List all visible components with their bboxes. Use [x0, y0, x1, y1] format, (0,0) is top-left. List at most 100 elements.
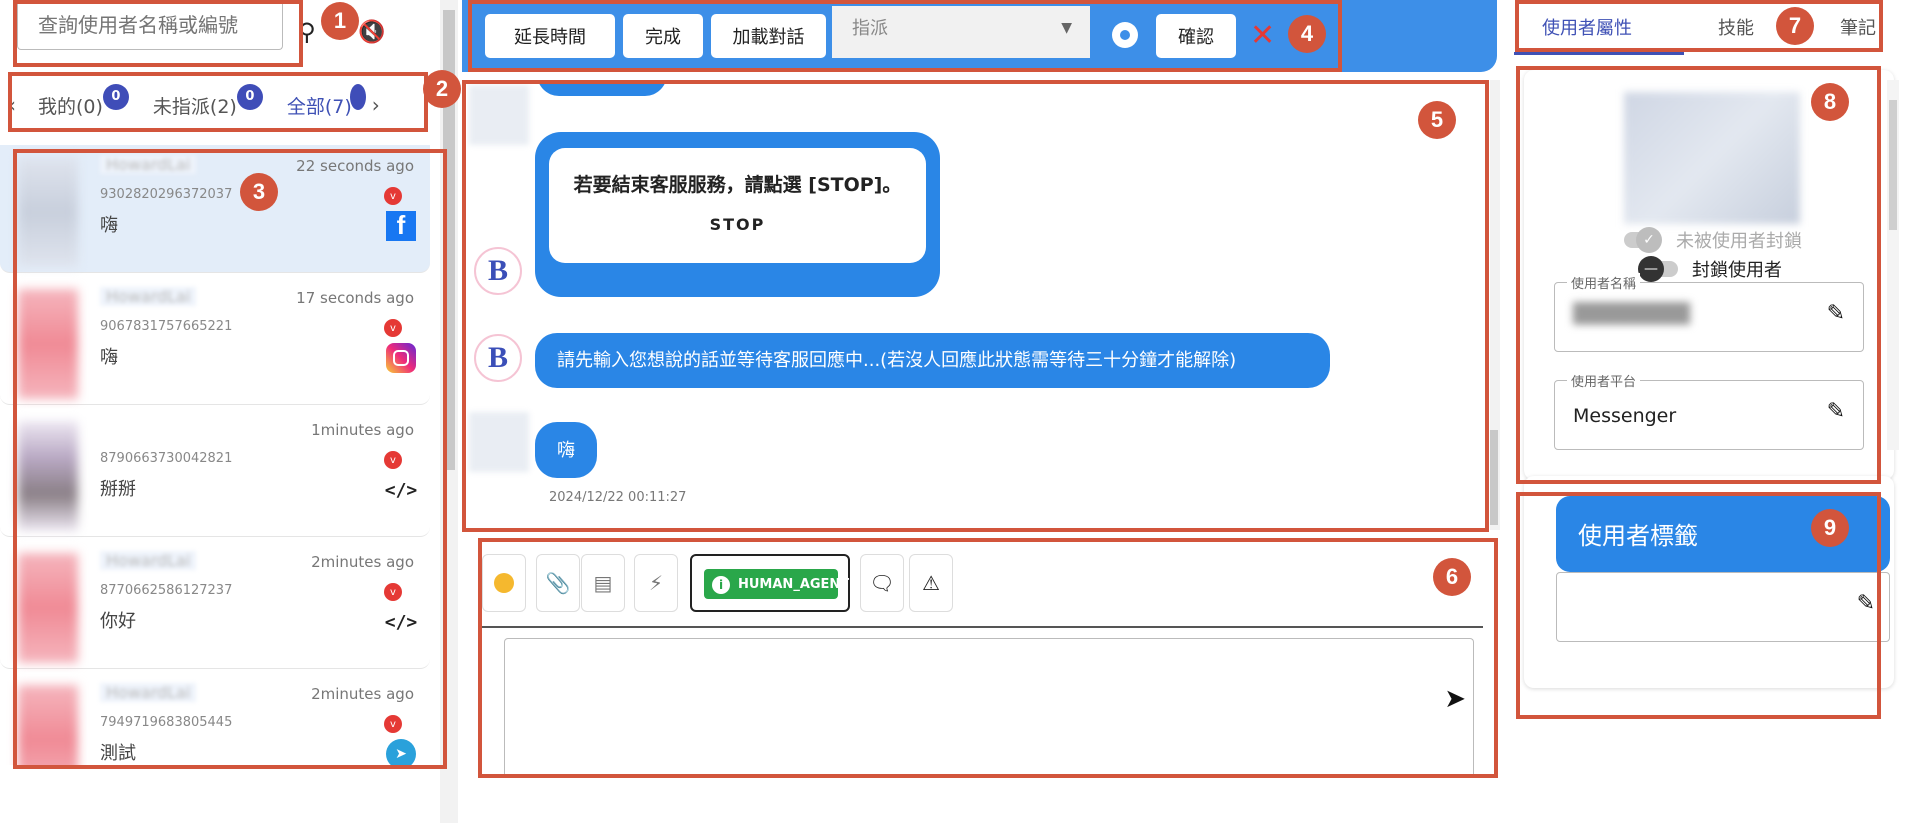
user-tags-card: 使用者標籤 ✎ [1524, 476, 1894, 688]
unblocked-label: 未被使用者封鎖 [1676, 231, 1802, 252]
conversation-uid: 7949719683805445 [100, 715, 233, 730]
bot-message-text: 請先輸入您想說的話並等待客服回應中...(若沒人回應此狀態需等待三十分鐘才能解除… [557, 350, 1237, 371]
conversation-item[interactable]: HowardLai 17 seconds ago 906783175766522… [0, 277, 430, 405]
extend-time-button[interactable]: 延長時間 [485, 14, 615, 58]
conversation-uid: 8770662586127237 [100, 583, 233, 598]
tab-unassigned-count: 0 [236, 83, 263, 110]
platform-value: Messenger [1573, 405, 1677, 427]
lightning-icon[interactable]: ⚡ [634, 554, 678, 612]
verified-badge: v [384, 715, 402, 733]
tabs-prev-icon[interactable]: ‹ [8, 93, 16, 117]
avatar [18, 157, 78, 267]
unblocked-toggle[interactable]: ✓ [1624, 227, 1662, 253]
message-composer: 📎 ▤ ⚡ HUMAN_AGENT i 🗨 ⚠ ➤ [478, 538, 1488, 778]
profile-image [1624, 92, 1800, 224]
bot-avatar: B [474, 247, 522, 295]
mute-icon[interactable]: 🔇 [358, 20, 385, 45]
search-icon[interactable]: ⚲ [298, 18, 316, 46]
chat-toolbar: 延長時間 完成 加載對話 指派 ▼ 確認 ✕ [462, 0, 1497, 72]
conversation-item[interactable]: HowardLai 2minutes ago 7949719683805445 … [0, 673, 430, 765]
conversation-time: 2minutes ago [311, 553, 414, 571]
user-circle-icon[interactable] [1112, 22, 1138, 48]
tab-user-attributes[interactable]: 使用者屬性 [1542, 14, 1632, 40]
annotation-number-4: 4 [1288, 15, 1326, 53]
search-input[interactable] [18, 0, 282, 49]
tab-mine-label: 我的(0) [38, 95, 103, 118]
annotation-number-6: 6 [1433, 558, 1471, 596]
annotation-number-5: 5 [1418, 101, 1456, 139]
stop-card-text: 若要結束客服服務，請點選 [STOP]。 [573, 174, 902, 196]
conversation-list: HowardLai 22 seconds ago 930282029637203… [0, 145, 430, 765]
load-conversation-button[interactable]: 加載對話 [711, 14, 826, 58]
conversation-item[interactable]: 1minutes ago 8790663730042821 掰掰 v </> [0, 409, 430, 537]
emoji-icon[interactable] [482, 554, 526, 612]
tabs-next-icon[interactable]: › [372, 93, 380, 117]
tab-mine-count: 0 [102, 83, 129, 110]
block-user-toggle[interactable]: — [1638, 256, 1678, 282]
platform-legend: 使用者平台 [1567, 371, 1641, 390]
conversation-uid: 9302820296372037 [100, 187, 233, 202]
right-scrollbar[interactable] [1887, 80, 1899, 450]
edit-icon[interactable]: ✎ [1827, 399, 1845, 424]
assign-select-label: 指派 [852, 18, 888, 39]
conversation-time: 1minutes ago [311, 421, 414, 439]
bot-message: 請先輸入您想說的話並等待客服回應中...(若沒人回應此狀態需等待三十分鐘才能解除… [535, 333, 1330, 388]
sidebar-scrollbar[interactable] [440, 0, 458, 823]
tab-all-label: 全部(7) [286, 95, 352, 118]
platform-field[interactable]: 使用者平台 Messenger ✎ [1554, 371, 1864, 450]
previous-bubble [537, 80, 667, 96]
send-icon[interactable]: ➤ [1444, 684, 1466, 714]
verified-badge: v [384, 583, 402, 601]
done-button[interactable]: 完成 [623, 14, 703, 58]
conversation-time: 2minutes ago [311, 685, 414, 703]
tab-skills[interactable]: 技能 [1718, 14, 1754, 40]
conversation-message: 你好 [100, 611, 136, 632]
close-icon[interactable]: ✕ [1250, 18, 1275, 53]
tab-unassigned[interactable]: 未指派(2) 0 [153, 83, 263, 119]
user-avatar [469, 412, 529, 472]
conversation-name: HowardLai [100, 551, 197, 570]
conversation-uid: 8790663730042821 [100, 451, 233, 466]
block-user-label: 封鎖使用者 [1692, 260, 1782, 281]
attachment-icon[interactable]: 📎 [536, 554, 580, 612]
tab-mine[interactable]: 我的(0) 0 [38, 83, 129, 119]
conversation-time: 22 seconds ago [296, 157, 414, 175]
tab-notes[interactable]: 筆記 [1840, 14, 1876, 40]
username-field[interactable]: 使用者名稱 ████████ ✎ [1554, 273, 1864, 352]
right-tabs: 使用者屬性 技能 筆記 [1510, 0, 1910, 56]
warning-icon[interactable]: ⚠ [909, 554, 953, 612]
conversation-name: HowardLai [100, 683, 197, 702]
conversation-name: HowardLai [100, 155, 197, 174]
annotation-number-8: 8 [1811, 83, 1849, 121]
instagram-icon [386, 343, 416, 373]
edit-icon[interactable]: ✎ [1857, 591, 1875, 616]
chat-scrollbar[interactable] [1490, 80, 1500, 530]
minus-icon: — [1638, 256, 1664, 282]
conversation-item[interactable]: HowardLai 22 seconds ago 930282029637203… [0, 145, 430, 273]
tab-all[interactable]: 全部(7) [286, 83, 366, 119]
user-avatar [469, 85, 529, 145]
info-icon: i [712, 576, 730, 594]
stop-button[interactable]: STOP [549, 215, 926, 234]
conversation-item[interactable]: HowardLai 2minutes ago 8770662586127237 … [0, 541, 430, 669]
message-input[interactable] [504, 638, 1474, 778]
user-profile-card: ✓ 未被使用者封鎖 — 封鎖使用者 使用者名稱 ████████ ✎ 使用者平台… [1524, 70, 1894, 480]
comment-icon[interactable]: 🗨 [860, 554, 904, 612]
right-scrollbar-thumb[interactable] [1889, 100, 1897, 230]
conversation-message: 嗨 [100, 215, 118, 236]
conversation-sidebar: ⚲ 🔇 ‹ 我的(0)0 未指派(2)0 全部(7) › HowardLai 2… [0, 0, 443, 823]
conversation-time: 17 seconds ago [296, 289, 414, 307]
image-icon[interactable]: ▤ [581, 554, 625, 612]
avatar [18, 421, 78, 531]
edit-icon[interactable]: ✎ [1827, 301, 1845, 326]
code-icon: </> [384, 611, 418, 633]
assign-select[interactable]: 指派 ▼ [832, 6, 1090, 58]
confirm-button[interactable]: 確認 [1156, 14, 1236, 58]
code-icon: </> [384, 479, 418, 501]
username-value: ████████ [1573, 303, 1690, 325]
human-agent-tag[interactable]: HUMAN_AGENT i [690, 554, 850, 612]
user-tags-field[interactable]: ✎ [1556, 572, 1890, 642]
tab-all-count [349, 83, 366, 110]
chat-scrollbar-thumb[interactable] [1490, 430, 1498, 525]
user-message: 嗨 [535, 422, 597, 478]
